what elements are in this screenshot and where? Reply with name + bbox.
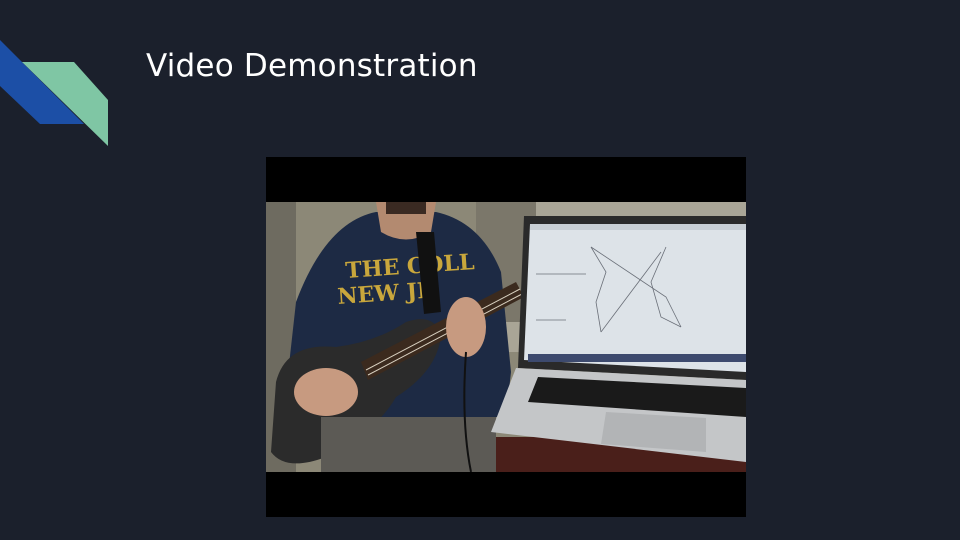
- video-still-image: THE COLL NEW JE: [266, 202, 746, 472]
- slide: Video Demonstration THE COLL NEW JE: [0, 0, 960, 540]
- slide-title: Video Demonstration: [146, 48, 478, 84]
- video-player[interactable]: THE COLL NEW JE: [266, 157, 746, 517]
- corner-accent-graphic: [0, 40, 108, 146]
